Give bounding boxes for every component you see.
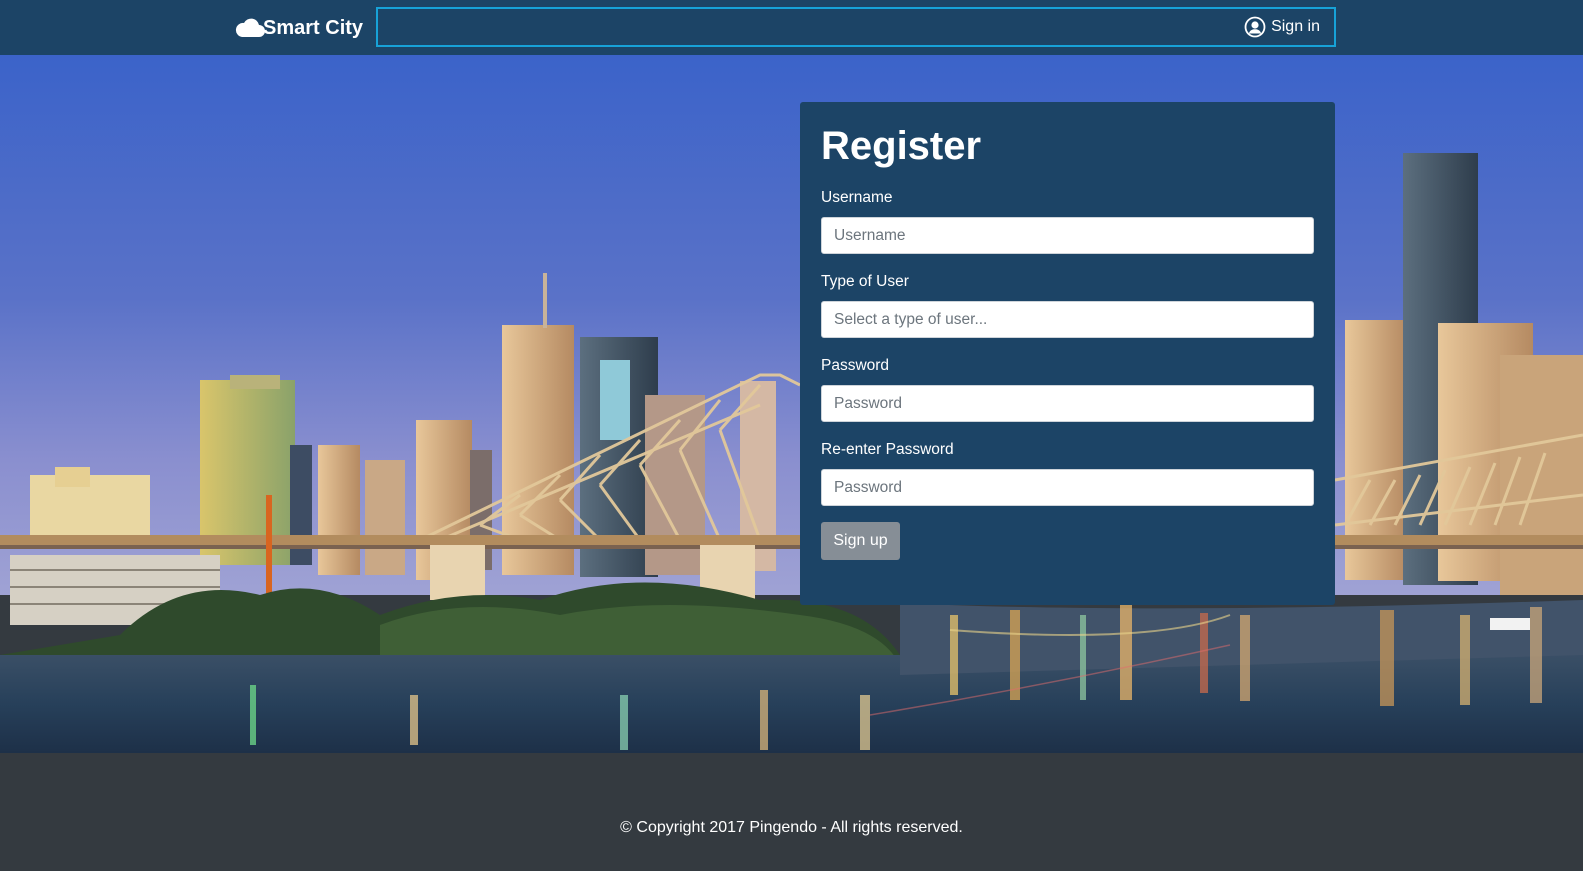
reenter-password-label: Re-enter Password <box>821 441 954 458</box>
password-input[interactable] <box>821 385 1314 422</box>
username-input[interactable] <box>821 217 1314 254</box>
password-label: Password <box>821 357 890 374</box>
hero-section <box>0 55 1583 753</box>
sign-in-link[interactable]: Sign in <box>1244 16 1320 38</box>
navbar-collapse: Sign in <box>376 7 1336 47</box>
brand-link[interactable]: Smart City <box>235 14 363 42</box>
user-type-label: Type of User <box>821 273 909 290</box>
sign-up-button[interactable]: Sign up <box>821 522 900 560</box>
brand-name: Smart City <box>263 16 364 39</box>
footer: © Copyright 2017 Pingendo - All rights r… <box>0 753 1583 871</box>
sign-in-label: Sign in <box>1271 18 1320 35</box>
cloud-icon <box>235 18 265 37</box>
reenter-password-input[interactable] <box>821 469 1314 506</box>
register-title: Register <box>821 124 982 168</box>
city-skyline-image <box>0 55 1583 753</box>
user-circle-icon <box>1244 16 1266 38</box>
register-card: Register Username Type of User Password … <box>800 102 1335 605</box>
username-label: Username <box>821 189 893 206</box>
top-navbar: Smart City Sign in <box>0 0 1583 55</box>
user-type-input[interactable] <box>821 301 1314 338</box>
copyright-text: © Copyright 2017 Pingendo - All rights r… <box>620 819 963 836</box>
